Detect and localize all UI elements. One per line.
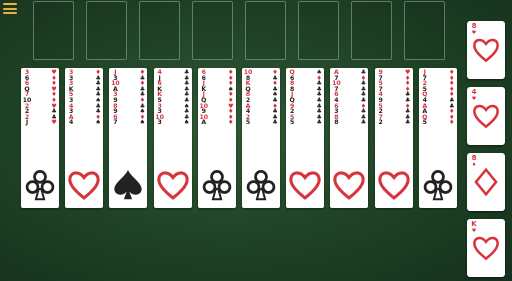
tableau-column[interactable]: 3 6 6 Q 7 10 2 2 2 J ♥ ♦ ♦ ♥ ♦ ♦ ♥ ♣ ♣ ♥ <box>21 68 59 208</box>
foundation-slot[interactable] <box>298 1 339 60</box>
heart-icon <box>288 168 322 202</box>
spade-icon <box>111 168 145 202</box>
card-index-left: J 3 10 A 3 9 8 9 6 7 <box>110 69 120 127</box>
card-index-left: 3 6 6 Q 7 10 2 2 2 J <box>22 69 32 127</box>
card-index-right: ♣ ♦ ♣ ♣ ♣ ♣ ♦ ♣ ♣ ♣ <box>358 69 368 127</box>
card-suit-pip: ♠ <box>95 119 101 127</box>
card-suit-pip: ♠ <box>183 119 190 127</box>
card-rank: 4 <box>69 119 74 127</box>
card-rank: J <box>25 119 29 127</box>
heart-icon <box>332 168 366 202</box>
stock-card-corner: K ♥ <box>470 220 478 235</box>
card-index-left: 333K5343A4 <box>66 69 76 127</box>
menu-icon[interactable] <box>3 3 17 14</box>
card-index-left: J725Q4AAQ5 <box>420 69 430 126</box>
stock-card-corner: 8 ♥ <box>470 22 478 37</box>
tableau-column[interactable]: Q 6 8 8 J Q 9 2 5 5 ♠ ♦ ♣ ♣ ♣ ♣ ♣ ♣ ♣ ♣ <box>286 68 325 208</box>
card-index-right: ♦ ♦ ♦ ♦ ♦ ♣ ♣ ♦ ♦ ♦ <box>447 69 457 127</box>
stock-card[interactable]: K ♥ <box>467 219 505 277</box>
card-rank: 10 <box>243 69 253 76</box>
club-icon <box>200 168 234 202</box>
card-index-right: ♦ ♣ ♦ ♣ ♠ ♣ ♦ ♣ ♣ ♣ <box>270 69 280 127</box>
card-index-left: 10 8 K Q 8 2 A 4 2 5 <box>243 69 253 127</box>
foundation-slot[interactable] <box>33 1 74 60</box>
stock-card[interactable]: 8 ♥ <box>467 21 505 79</box>
tableau-column[interactable]: 6 6 J K J Q 10 9 10 A ♦ ♦ ♦ ♠ ♦ ♦ ♥ ♦ ♦ ♦ <box>197 68 236 208</box>
stock-card-corner: 8 ♦ <box>470 154 478 169</box>
card-suit-pip: ♦ <box>449 119 455 127</box>
card-index-left: A 7 10 7 6 4 6 3 8 8 <box>331 69 341 127</box>
tableau-column[interactable]: J 3 10 A 3 9 8 9 6 7 ♦ ♣ ♦ ♣ ♣ ♦ ♣ ♠ ♦ ♠ <box>109 68 148 208</box>
tableau-column[interactable]: 4 J 6 K K 5 3 3 10 3 ♣ ♣ ♣ ♣ ♣ ♣ ♠ ♣ ♣ ♠ <box>153 68 192 208</box>
tableau-column[interactable]: J 7 2 5 Q 4 A A Q 5 ♦ ♦ ♦ ♦ ♦ ♣ ♣ ♦ ♦ ♦ <box>418 68 457 208</box>
stock-card-rank: 8 <box>471 154 477 162</box>
card-rank: 8 <box>334 119 339 127</box>
card-index-right: ♦ ♣ ♦ ♣ ♣ ♦ ♣ ♠ ♦ ♠ <box>137 69 147 127</box>
club-icon <box>244 168 278 202</box>
card-index-left: Q688JQ9255 <box>287 69 297 127</box>
stock-card-rank: 8 <box>471 22 477 30</box>
foundation-slot[interactable] <box>351 1 392 60</box>
stock-card[interactable]: 4 ♥ <box>467 87 505 145</box>
card-suit-pip: ♣ <box>316 119 322 127</box>
card-rank: 10 <box>22 96 32 104</box>
heart-icon <box>67 168 101 202</box>
card-suit-pip: ♣ <box>404 119 411 127</box>
card-rank: 5 <box>245 119 251 127</box>
foundation-slot[interactable] <box>192 1 233 60</box>
foundation-slot[interactable] <box>404 1 445 60</box>
card-rank: 10 <box>332 80 341 88</box>
card-index-left: 6 6 J K J Q 10 9 10 A <box>199 69 209 126</box>
stock-card[interactable]: 8 ♦ <box>467 153 505 211</box>
card-index-right: ♥ ♦ ♦ ♦ ♣ ♣ ♦ ♣ ♣ ♣ <box>403 69 413 127</box>
card-rank: 10 <box>111 80 120 88</box>
stock-card-rank: 4 <box>471 88 477 96</box>
stock-card-rank: K <box>471 220 477 228</box>
tableau-column[interactable]: A 7 10 7 6 4 6 3 8 8 ♣ ♦ ♣ ♣ ♣ ♣ ♦ ♣ ♣ ♣ <box>330 68 369 208</box>
card-suit-pip: ♥ <box>51 119 57 127</box>
tableau-column[interactable]: 3 3 3 K 5 3 4 3 A 4 ♦ ♣ ♣ ♣ ♣ ♠ ♣ ♣ ♦ ♠ <box>65 68 104 208</box>
stock-card-corner: 4 ♥ <box>470 88 478 103</box>
card-suit-pip: ♠ <box>139 119 146 127</box>
card-index-right: ♦ ♦ ♦ ♠ ♦ ♦ ♥ ♦ ♦ ♦ <box>226 69 236 127</box>
card-rank: 5 <box>290 119 295 127</box>
club-icon <box>421 168 455 202</box>
card-suit-pip: ♣ <box>360 119 367 127</box>
card-index-right: ♠ ♦ ♣ ♣ ♣ ♣ ♣ ♣ ♣ ♣ <box>314 69 324 127</box>
club-icon <box>23 168 57 202</box>
card-index-right: ♦ ♣ ♣ ♣ ♣ ♠ ♣ ♣ ♦ ♠ <box>93 69 103 127</box>
card-index-right: ♥ ♦ ♦ ♥ ♦ ♦ ♥ ♣ ♣ ♥ <box>49 69 59 127</box>
card-index-left: 9757495272 <box>376 69 386 127</box>
card-suit-pip: ♦ <box>228 119 234 127</box>
tableau-column[interactable]: 9 7 5 7 4 9 5 2 7 2 ♥ ♦ ♦ ♦ ♣ ♣ ♦ ♣ ♣ ♣ <box>374 68 413 208</box>
heart-icon <box>156 168 190 202</box>
heart-icon <box>377 168 411 202</box>
card-index-right: ♣ ♣ ♣ ♣ ♣ ♣ ♠ ♣ ♣ ♠ <box>182 69 192 127</box>
card-suit-pip: ♣ <box>272 119 278 127</box>
foundation-slot[interactable] <box>86 1 127 60</box>
card-index-left: 4 J 6 K K 5 3 3 10 3 <box>155 69 165 126</box>
card-rank: 2 <box>378 119 383 127</box>
foundation-slot[interactable] <box>245 1 286 60</box>
card-rank: 7 <box>113 119 118 127</box>
tableau-column[interactable]: 10 8 K Q 8 2 A 4 2 5 ♦ ♣ ♦ ♣ ♠ ♣ ♦ ♣ ♣ ♣ <box>242 68 280 208</box>
foundation-slot[interactable] <box>139 1 180 60</box>
